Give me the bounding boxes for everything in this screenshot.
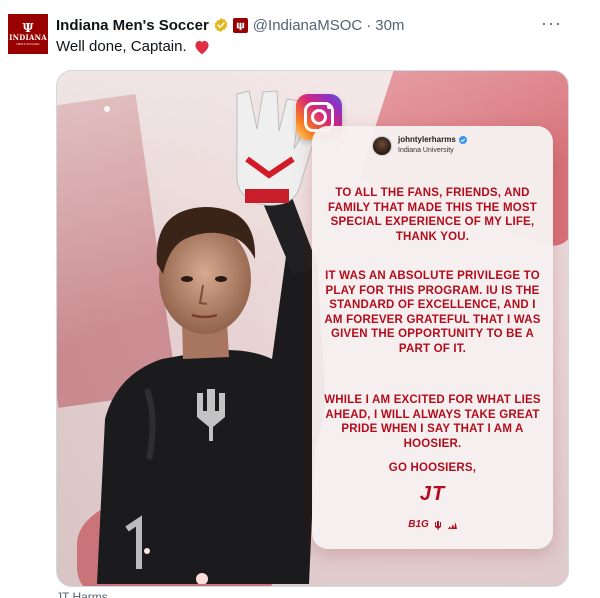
adidas-icon <box>447 521 457 529</box>
goalkeeper-photo <box>97 90 325 584</box>
card-signature: JT <box>419 483 446 505</box>
tweet-text-content: Well done, Captain. <box>56 38 187 55</box>
card-paragraph: IT WAS AN ABSOLUTE PRIVILEGE TO PLAY FOR… <box>324 270 541 355</box>
more-options-icon[interactable]: ··· <box>541 14 562 32</box>
account-handle[interactable]: @IndianaMSOC <box>253 17 362 34</box>
instagram-icon-lens <box>311 109 327 125</box>
card-username: johntylerharms <box>398 135 467 144</box>
account-avatar[interactable]: Ψ INDIANA MEN'S SOCCER <box>8 14 48 54</box>
trident-icon <box>434 520 441 530</box>
card-avatar <box>372 136 392 156</box>
card-footer-logos: B1G <box>312 519 553 530</box>
card-paragraph: WHILE I AM EXCITED FOR WHAT LIES AHEAD, … <box>324 394 541 450</box>
big-ten-logo: B1G <box>408 519 429 530</box>
account-name[interactable]: Indiana Men's Soccer <box>56 17 209 34</box>
avatar-subtitle: MEN'S SOCCER <box>16 42 40 46</box>
card-paragraph: TO ALL THE FANS, FRIENDS, AND FAMILY THA… <box>328 187 537 243</box>
instagram-post-card: johntylerharms Indiana University TO ALL… <box>312 126 553 549</box>
tweet-media-image[interactable]: johntylerharms Indiana University TO ALL… <box>56 70 569 587</box>
timestamp[interactable]: 30m <box>375 17 404 34</box>
instagram-icon-flash <box>327 105 331 109</box>
media-caption: JT Harms <box>56 590 108 598</box>
card-username-text: johntylerharms <box>398 135 456 144</box>
card-subtitle: Indiana University <box>398 147 454 154</box>
red-heart-icon <box>195 40 209 54</box>
separator-dot: · <box>366 16 372 34</box>
avatar-wordmark: INDIANA <box>9 33 47 42</box>
affiliate-badge-icon[interactable] <box>232 17 248 33</box>
tweet-header: Indiana Men's Soccer @IndianaMSOC · 30m <box>56 14 404 36</box>
verified-badge-icon[interactable] <box>213 17 229 33</box>
card-header: johntylerharms Indiana University <box>312 126 553 172</box>
tweet-text: Well done, Captain. <box>56 38 211 55</box>
card-closing: GO HOOSIERS, <box>388 462 477 474</box>
blue-verified-icon <box>458 135 467 144</box>
